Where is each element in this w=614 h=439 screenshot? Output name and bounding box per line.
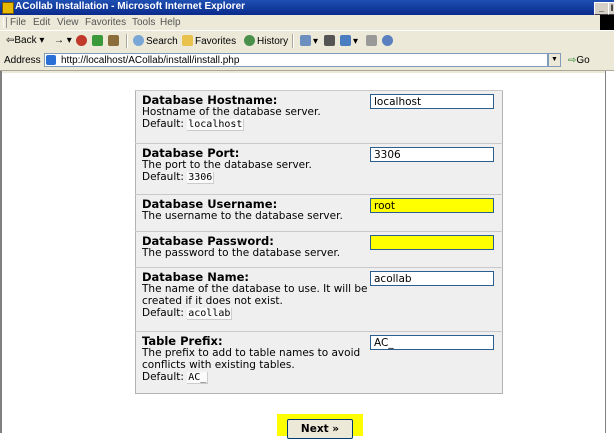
password-input[interactable] bbox=[370, 235, 494, 250]
toolbar-separator bbox=[292, 34, 294, 48]
edit-icon bbox=[340, 35, 351, 46]
ie-app-icon bbox=[2, 2, 14, 14]
messenger-icon bbox=[382, 35, 393, 46]
refresh-icon bbox=[92, 35, 103, 46]
print-icon bbox=[324, 35, 335, 46]
windows-flag-icon bbox=[600, 15, 614, 30]
field-input-cell: acollab bbox=[370, 267, 503, 332]
form-row-dbname: Database Name: The name of the database … bbox=[135, 267, 503, 332]
field-input-cell bbox=[370, 231, 503, 268]
form-row-prefix: Table Prefix: The prefix to add to table… bbox=[135, 331, 503, 394]
prefix-input[interactable]: AC_ bbox=[370, 335, 494, 350]
hostname-input[interactable]: localhost bbox=[370, 94, 494, 109]
field-label-cell: Database Port: The port to the database … bbox=[135, 143, 370, 195]
next-button[interactable]: Next » bbox=[287, 419, 353, 439]
field-default: Default: localhost bbox=[142, 118, 245, 131]
field-default: Default: 3306 bbox=[142, 171, 215, 184]
form-row-port: Database Port: The port to the database … bbox=[135, 143, 503, 195]
field-name: Database Username: bbox=[142, 197, 278, 211]
menu-tools[interactable]: Tools bbox=[132, 17, 155, 28]
title-bar: ACollab Installation - Microsoft Interne… bbox=[0, 0, 614, 15]
discuss-icon bbox=[366, 35, 377, 46]
address-label: Address bbox=[4, 55, 41, 66]
browser-window: ACollab Installation - Microsoft Interne… bbox=[0, 0, 614, 439]
field-help: The name of the database to use. It will… bbox=[142, 283, 368, 307]
field-name: Database Port: bbox=[142, 146, 240, 160]
field-input-cell: 3306 bbox=[370, 143, 503, 195]
form-row-hostname: Database Hostname: Hostname of the datab… bbox=[135, 90, 503, 144]
field-help: Hostname of the database server. bbox=[142, 106, 321, 118]
field-help: The prefix to add to table names to avoi… bbox=[142, 347, 361, 371]
window-title: ACollab Installation - Microsoft Interne… bbox=[15, 1, 246, 12]
vertical-scrollbar[interactable] bbox=[605, 71, 614, 433]
default-value: acollab bbox=[187, 308, 233, 320]
menu-grip bbox=[3, 17, 7, 28]
field-name: Database Hostname: bbox=[142, 93, 278, 107]
home-icon bbox=[108, 35, 119, 46]
default-value: 3306 bbox=[187, 172, 215, 184]
menu-bar: File Edit View Favorites Tools Help bbox=[0, 15, 614, 30]
port-input[interactable]: 3306 bbox=[370, 147, 494, 162]
field-help: The port to the database server. bbox=[142, 159, 312, 171]
messenger-button[interactable] bbox=[382, 35, 395, 47]
search-button[interactable]: Search bbox=[133, 35, 178, 47]
menu-view[interactable]: View bbox=[57, 17, 79, 28]
refresh-button[interactable] bbox=[92, 35, 105, 47]
field-default: Default: AC_ bbox=[142, 371, 209, 384]
discuss-button[interactable] bbox=[366, 35, 379, 47]
mail-button[interactable]: ▾ bbox=[300, 35, 318, 47]
dbname-input[interactable]: acollab bbox=[370, 271, 494, 286]
field-label-cell: Table Prefix: The prefix to add to table… bbox=[135, 331, 370, 394]
page-icon bbox=[46, 55, 56, 65]
field-label-cell: Database Password: The password to the d… bbox=[135, 231, 370, 268]
content-divider bbox=[2, 71, 614, 73]
form-row-username: Database Username: The username to the d… bbox=[135, 194, 503, 232]
maximize-button[interactable]: I bbox=[608, 2, 614, 15]
field-input-cell: localhost bbox=[370, 90, 503, 144]
menu-edit[interactable]: Edit bbox=[33, 17, 50, 28]
field-help: The password to the database server. bbox=[142, 247, 341, 259]
stop-button[interactable] bbox=[76, 35, 89, 47]
search-icon bbox=[133, 35, 144, 46]
stop-icon bbox=[76, 35, 87, 46]
field-name: Table Prefix: bbox=[142, 334, 223, 348]
menu-help[interactable]: Help bbox=[160, 17, 181, 28]
username-input[interactable]: root bbox=[370, 198, 494, 213]
favorites-icon bbox=[182, 35, 193, 46]
database-settings-form: Database Hostname: Hostname of the datab… bbox=[135, 90, 503, 394]
mail-icon bbox=[300, 35, 311, 46]
field-name: Database Name: bbox=[142, 270, 249, 284]
field-default: Default: acollab bbox=[142, 307, 233, 320]
default-value: AC_ bbox=[187, 372, 209, 384]
menu-file[interactable]: File bbox=[10, 17, 26, 28]
field-help: The username to the database server. bbox=[142, 210, 343, 222]
field-input-cell: root bbox=[370, 194, 503, 232]
field-label-cell: Database Username: The username to the d… bbox=[135, 194, 370, 232]
history-icon bbox=[244, 35, 255, 46]
field-name: Database Password: bbox=[142, 234, 274, 248]
address-bar: Address http://localhost/ACollab/install… bbox=[0, 52, 614, 71]
edit-button[interactable]: ▾ bbox=[340, 35, 358, 47]
home-button[interactable] bbox=[108, 35, 121, 47]
toolbar: ⇦Back ▾ → ▾ Search Favorites History ▾ ▾ bbox=[0, 30, 614, 53]
address-dropdown[interactable]: ▼ bbox=[548, 53, 561, 67]
field-input-cell: AC_ bbox=[370, 331, 503, 394]
forward-arrow-icon: → bbox=[54, 35, 64, 46]
go-button[interactable]: ⇨Go bbox=[568, 55, 590, 66]
default-value: localhost bbox=[187, 119, 245, 131]
toolbar-separator bbox=[126, 34, 128, 48]
field-label-cell: Database Name: The name of the database … bbox=[135, 267, 370, 332]
page-content: Database Hostname: Hostname of the datab… bbox=[0, 71, 614, 439]
minimize-button[interactable]: _ bbox=[594, 2, 609, 15]
back-button[interactable]: ⇦Back ▾ bbox=[6, 35, 44, 46]
menu-favorites[interactable]: Favorites bbox=[85, 17, 126, 28]
field-label-cell: Database Hostname: Hostname of the datab… bbox=[135, 90, 370, 144]
print-button[interactable] bbox=[324, 35, 337, 47]
form-row-password: Database Password: The password to the d… bbox=[135, 231, 503, 268]
history-button[interactable]: History bbox=[244, 35, 288, 47]
favorites-button[interactable]: Favorites bbox=[182, 35, 236, 47]
address-input[interactable]: http://localhost/ACollab/install/install… bbox=[44, 53, 548, 67]
forward-button[interactable]: → ▾ bbox=[54, 35, 72, 46]
